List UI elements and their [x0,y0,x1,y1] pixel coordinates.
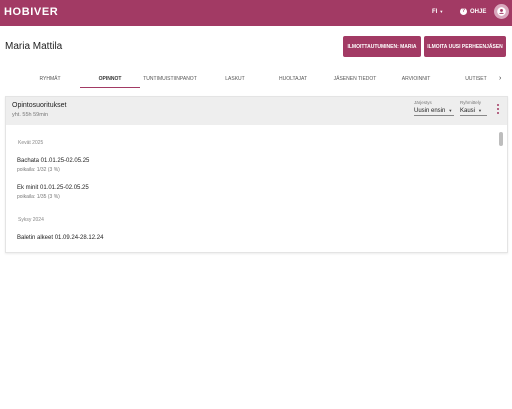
sort-value: Uusin ensin [414,108,446,114]
chevron-down-icon: ▼ [439,9,444,14]
tab-bar: RYHMÄT OPINNOT TUNTIMUISTIINPANOT LASKUT… [0,72,512,90]
section-heading: Syksy 2024 [18,217,44,223]
app-logo[interactable]: HOBIVER [4,6,58,18]
active-tab-indicator [80,87,140,88]
study-records-card: Opintosuoritukset yht. 55h 59min Järjest… [5,96,508,253]
register-button[interactable]: ILMOITTAUTUMINEN: MARIA [343,36,421,57]
page-title: Maria Mattila [5,41,63,52]
group-select[interactable]: Kausi ▼ [460,108,487,116]
card-header: Opintosuoritukset yht. 55h 59min Järjest… [6,97,507,125]
language-label: FI [432,9,438,15]
help-button[interactable]: ? OHJE [460,8,486,15]
more-options-icon[interactable] [495,104,501,118]
card-title: Opintosuoritukset [12,102,67,109]
study-entry-detail: poikaila: 1/35 (3 %) [17,194,60,200]
group-label: Ryhmittely [460,100,482,105]
study-entry-title: Bachata 01.01.25-02.05.25 [17,158,90,164]
sort-label: Järjestys [414,100,432,105]
add-family-member-button[interactable]: ILMOITA UUSI PERHEENJÄSEN [424,36,506,57]
chevron-down-icon: ▼ [478,108,482,113]
tab-groups[interactable]: RYHMÄT [20,76,80,82]
scrollbar[interactable] [499,128,503,241]
scrollbar-thumb[interactable] [499,132,503,146]
top-bar: HOBIVER FI ▼ ? OHJE [0,0,512,26]
study-entry-detail: poikaila: 1/32 (3 %) [17,167,60,173]
tab-news[interactable]: UUTISET [446,76,506,82]
language-selector[interactable]: FI ▼ [432,9,443,15]
tab-invoices[interactable]: LASKUT [205,76,265,82]
tab-evaluations[interactable]: ARVIOINNIT [386,76,446,82]
group-value: Kausi [460,108,476,114]
tab-guardians[interactable]: HUOLTAJAT [263,76,323,82]
tab-member-info[interactable]: JÄSENEN TIEDOT [325,76,385,82]
help-icon: ? [460,8,467,15]
section-heading: Kevät 2025 [18,140,44,146]
help-label: OHJE [470,8,487,15]
account-avatar[interactable] [494,4,509,19]
sort-select[interactable]: Uusin ensin ▼ [414,108,454,116]
study-entry-title: Baletin alkeet 01.09.24-28.12.24 [17,235,104,241]
chevron-right-icon[interactable]: › [499,75,501,82]
study-entry-title: Ek minit 01.01.25-02.05.25 [17,185,89,191]
total-hours: yht. 55h 59min [12,112,49,118]
chevron-down-icon: ▼ [448,108,453,113]
tab-lesson-notes[interactable]: TUNTIMUISTIINPANOT [140,76,200,82]
tab-studies[interactable]: OPINNOT [80,76,140,82]
user-icon [497,7,506,16]
